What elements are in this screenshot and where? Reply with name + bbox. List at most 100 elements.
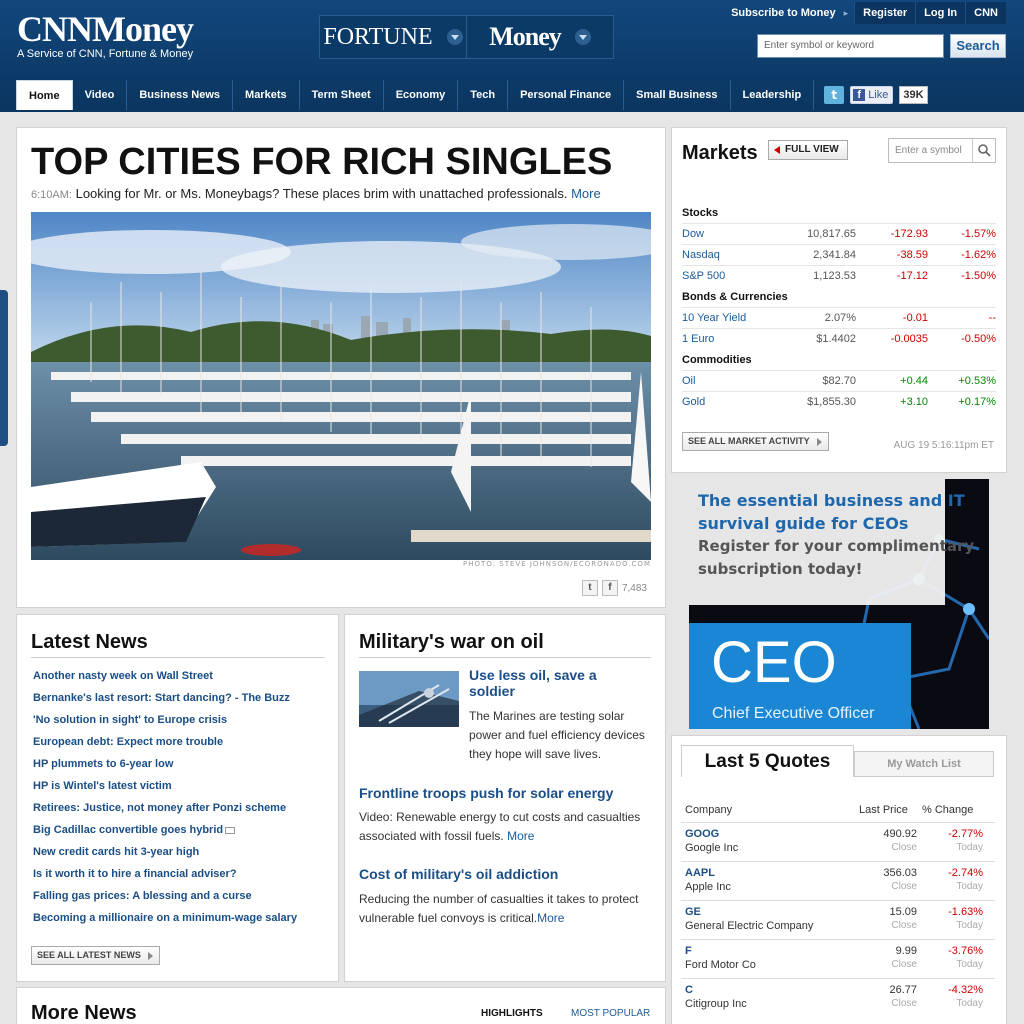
latest-news-link[interactable]: 'No solution in sight' to Europe crisis <box>33 714 227 726</box>
quote-row[interactable]: F Ford Motor Co 9.99 Close -3.76% Today <box>681 939 995 978</box>
nav-leadership[interactable]: Leadership <box>731 80 815 110</box>
quote-row[interactable]: GE General Electric Company 15.09 Close -1.6… <box>681 900 995 939</box>
quote-symbol[interactable]: GOOG <box>685 828 719 840</box>
quote-symbol[interactable]: F <box>685 945 692 957</box>
login-link[interactable]: Log In <box>915 2 966 24</box>
nav-personal-finance[interactable]: Personal Finance <box>508 80 625 110</box>
latest-news-link[interactable]: New credit cards hit 3-year high <box>33 846 199 858</box>
fortune-brand-menu[interactable]: FORTUNE <box>320 16 467 58</box>
quote-symbol[interactable]: C <box>685 984 693 996</box>
quote-symbol[interactable]: GE <box>685 906 701 918</box>
latest-news-item[interactable]: HP is Wintel's latest victim <box>33 777 297 799</box>
market-name[interactable]: S&P 500 <box>682 264 778 286</box>
chevron-down-icon[interactable] <box>446 29 463 45</box>
quote-close-label: Close <box>891 881 917 892</box>
market-name[interactable]: Dow <box>682 222 778 244</box>
latest-news-item[interactable]: Becoming a millionaire on a minimum-wage… <box>33 909 297 931</box>
latest-news-link[interactable]: Is it worth it to hire a financial advis… <box>33 868 237 880</box>
quote-row[interactable]: C Citigroup Inc 26.77 Close -4.32% Today <box>681 978 995 1017</box>
latest-news-link[interactable]: Falling gas prices: A blessing and a cur… <box>33 890 252 902</box>
twitter-share-icon[interactable]: t <box>581 580 598 596</box>
market-name[interactable]: Oil <box>682 369 778 391</box>
register-link[interactable]: Register <box>854 2 916 24</box>
tab-most-popular[interactable]: MOST POPULAR <box>571 1008 650 1019</box>
lead-story-link[interactable]: Use less oil, save a soldier <box>469 667 639 699</box>
nav-small-business[interactable]: Small Business <box>624 80 731 110</box>
latest-news-item[interactable]: HP plummets to 6-year low <box>33 755 297 777</box>
symbol-input[interactable]: Enter a symbol <box>889 139 973 162</box>
nav-tech[interactable]: Tech <box>458 80 509 110</box>
full-view-button[interactable]: FULL VIEW <box>768 140 848 160</box>
tab-last-5-quotes[interactable]: Last 5 Quotes <box>681 745 854 777</box>
quote-row[interactable]: AAPL Apple Inc 356.03 Close -2.74% Today <box>681 861 995 900</box>
nav-video[interactable]: Video <box>73 80 128 110</box>
nav-home[interactable]: Home <box>16 80 73 110</box>
latest-news-list: Another nasty week on Wall Street Bernank… <box>33 667 297 931</box>
market-row[interactable]: Nasdaq 2,341.84 -38.59 -1.62% <box>682 243 996 265</box>
search-input[interactable]: Enter symbol or keyword <box>757 34 944 58</box>
twitter-icon[interactable]: t <box>824 86 845 104</box>
latest-news-item[interactable]: Bernanke's last resort: Start dancing? -… <box>33 689 297 711</box>
market-row[interactable]: S&P 500 1,123.53 -17.12 -1.50% <box>682 264 996 286</box>
market-name[interactable]: Gold <box>682 390 778 412</box>
market-row[interactable]: 10 Year Yield 2.07% -0.01 -- <box>682 306 996 328</box>
market-value: $1,855.30 <box>778 390 858 412</box>
latest-news-item[interactable]: Big Cadillac convertible goes hybrid <box>33 821 297 843</box>
latest-news-link[interactable]: Another nasty week on Wall Street <box>33 670 213 682</box>
chevron-down-icon[interactable] <box>574 29 591 45</box>
market-row[interactable]: Dow 10,817.65 -172.93 -1.57% <box>682 222 996 244</box>
quote-price: 356.03 <box>883 867 917 879</box>
facebook-like-button[interactable]: f Like <box>850 86 894 104</box>
tab-my-watch-list[interactable]: My Watch List <box>854 751 994 777</box>
hero-headline[interactable]: TOP CITIES FOR RICH SINGLES <box>31 140 612 184</box>
story-3-summary: Reducing the number of casualties it tak… <box>359 890 651 928</box>
latest-news-link[interactable]: Big Cadillac convertible goes hybrid <box>33 824 223 836</box>
market-name[interactable]: Nasdaq <box>682 243 778 265</box>
search-button[interactable]: Search <box>950 34 1006 58</box>
share-bar: t f 7,483 <box>581 580 647 596</box>
story-3-more-link[interactable]: More <box>537 911 564 925</box>
market-name[interactable]: 1 Euro <box>682 327 778 349</box>
side-feedback-tab[interactable] <box>0 290 8 446</box>
latest-news-item[interactable]: Is it worth it to hire a financial advis… <box>33 865 297 887</box>
see-all-market-activity-button[interactable]: SEE ALL MARKET ACTIVITY <box>682 432 829 451</box>
money-brand-menu[interactable]: Money <box>467 16 613 58</box>
latest-news-item[interactable]: European debt: Expect more trouble <box>33 733 297 755</box>
latest-news-item[interactable]: New credit cards hit 3-year high <box>33 843 297 865</box>
latest-news-link[interactable]: Retirees: Justice, not money after Ponzi… <box>33 802 286 814</box>
cnn-link[interactable]: CNN <box>965 2 1006 24</box>
ceo-advertisement[interactable]: The essential business and IT survival g… <box>689 479 989 729</box>
subscribe-link[interactable]: Subscribe to Money <box>731 7 844 19</box>
military-thumbnail[interactable] <box>359 671 459 727</box>
latest-news-item[interactable]: Retirees: Justice, not money after Ponzi… <box>33 799 297 821</box>
story-2-more-link[interactable]: More <box>507 829 534 843</box>
latest-news-link[interactable]: HP is Wintel's latest victim <box>33 780 172 792</box>
latest-news-link[interactable]: HP plummets to 6-year low <box>33 758 173 770</box>
latest-news-link[interactable]: Becoming a millionaire on a minimum-wage… <box>33 912 297 924</box>
share-count: 7,483 <box>621 582 647 594</box>
story-3-link[interactable]: Cost of military's oil addiction <box>359 866 558 882</box>
hero-photo[interactable] <box>31 212 651 560</box>
nav-markets[interactable]: Markets <box>233 80 300 110</box>
facebook-share-icon[interactable]: f <box>601 580 618 596</box>
see-all-latest-news-button[interactable]: SEE ALL LATEST NEWS <box>31 946 160 965</box>
nav-term-sheet[interactable]: Term Sheet <box>300 80 384 110</box>
market-row[interactable]: 1 Euro $1.4402 -0.0035 -0.50% <box>682 327 996 349</box>
nav-economy[interactable]: Economy <box>384 80 459 110</box>
latest-news-item[interactable]: Falling gas prices: A blessing and a cur… <box>33 887 297 909</box>
latest-news-link[interactable]: European debt: Expect more trouble <box>33 736 223 748</box>
market-row[interactable]: Gold $1,855.30 +3.10 +0.17% <box>682 390 996 412</box>
latest-news-item[interactable]: Another nasty week on Wall Street <box>33 667 297 689</box>
quote-row[interactable]: GOOG Google Inc 490.92 Close -2.77% Today <box>681 822 995 861</box>
quote-symbol[interactable]: AAPL <box>685 867 715 879</box>
market-row[interactable]: Oil $82.70 +0.44 +0.53% <box>682 369 996 391</box>
latest-news-link[interactable]: Bernanke's last resort: Start dancing? -… <box>33 692 290 704</box>
tab-highlights[interactable]: HIGHLIGHTS <box>481 1008 543 1019</box>
search-icon[interactable] <box>977 143 991 157</box>
nav-business-news[interactable]: Business News <box>127 80 234 110</box>
latest-news-item[interactable]: 'No solution in sight' to Europe crisis <box>33 711 297 733</box>
hero-more-link[interactable]: More <box>571 186 601 201</box>
market-name[interactable]: 10 Year Yield <box>682 306 778 328</box>
cnnmoney-logo[interactable]: CNNMoney A Service of CNN, Fortune & Mon… <box>17 9 194 60</box>
story-2-link[interactable]: Frontline troops push for solar energy <box>359 785 613 801</box>
